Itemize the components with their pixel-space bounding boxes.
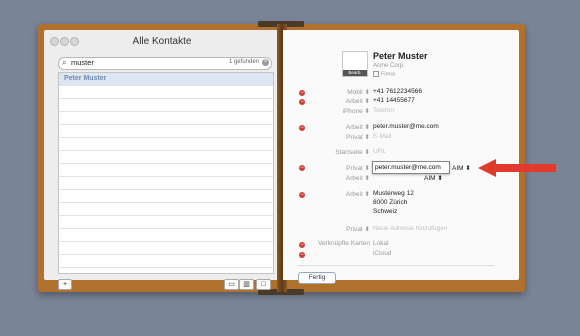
view-list-card-icon[interactable]: ▥ (239, 279, 254, 290)
contact-photo[interactable]: Bearb. (342, 51, 368, 77)
list-item (59, 99, 273, 112)
email-label[interactable]: Arbeit ⬍ (290, 123, 370, 131)
phone-label[interactable]: Mobil ⬍ (290, 88, 370, 96)
list-item (59, 138, 273, 151)
im-edit-input[interactable]: peter.muster@me.com (372, 161, 450, 174)
clear-search-icon[interactable]: × (262, 59, 269, 66)
contact-company[interactable]: Acme Corp. (373, 63, 405, 69)
divider (298, 265, 494, 266)
address-book-window: Alle Kontakte ⌕ muster 1 gefunden × Pete… (38, 21, 525, 295)
address-street[interactable]: Musterweg 12 (373, 190, 414, 197)
linked-card-value[interactable]: iCloud (373, 250, 391, 257)
list-item (59, 190, 273, 203)
list-item (59, 255, 273, 268)
im-service-select[interactable]: AIM ⬍ (452, 164, 471, 172)
homepage-placeholder[interactable]: URL (373, 148, 386, 155)
list-item (59, 151, 273, 164)
address-label[interactable]: Privat ⬍ (290, 225, 370, 233)
contact-name[interactable]: Peter Muster (373, 51, 428, 61)
list-item (59, 125, 273, 138)
list-item (59, 203, 273, 216)
annotation-arrow-icon (478, 159, 556, 177)
address-placeholder[interactable]: Neue Adresse hinzufügen (373, 225, 447, 232)
list-item[interactable]: Peter Muster (59, 73, 273, 86)
contacts-list-page: Alle Kontakte ⌕ muster 1 gefunden × Pete… (44, 30, 280, 290)
list-item (59, 177, 273, 190)
view-card-only-icon[interactable]: ▭ (224, 279, 239, 290)
phone-placeholder[interactable]: Telefon (373, 107, 394, 114)
search-input[interactable]: muster (71, 58, 94, 67)
checkbox-icon[interactable] (373, 71, 379, 77)
delete-field-icon[interactable]: − (299, 252, 305, 258)
phone-label[interactable]: Arbeit ⬍ (290, 97, 370, 105)
im-label[interactable]: Arbeit ⬍ (290, 174, 370, 182)
company-checkbox-label: Firma (381, 71, 396, 78)
search-result-count: 1 gefunden (228, 59, 259, 65)
phone-label[interactable]: iPhone ⬍ (290, 107, 371, 115)
add-contact-button[interactable]: + (58, 279, 72, 290)
list-item (59, 112, 273, 125)
phone-value[interactable]: +41 7612234566 (373, 88, 422, 95)
done-button[interactable]: Fertig (298, 272, 336, 284)
email-value[interactable]: peter.muster@me.com (373, 123, 439, 130)
address-label[interactable]: Arbeit ⬍ (290, 190, 370, 198)
im-service-select[interactable]: AIM ⬍ (424, 174, 443, 182)
email-label[interactable]: Privat ⬍ (290, 133, 370, 141)
search-field[interactable]: ⌕ muster 1 gefunden × (58, 57, 272, 70)
photo-edit-label[interactable]: Bearb. (343, 70, 367, 76)
homepage-label[interactable]: Startseite ⬍ (290, 148, 370, 156)
company-checkbox[interactable]: Firma (373, 71, 395, 77)
list-item (59, 164, 273, 177)
window-title: Alle Kontakte (132, 36, 192, 47)
phone-value[interactable]: +41 14455677 (373, 97, 415, 104)
list-item (59, 86, 273, 99)
linked-card-value[interactable]: Lokal (373, 240, 389, 247)
search-icon: ⌕ (62, 58, 67, 67)
contacts-list: Peter Muster (58, 72, 274, 274)
view-groups-icon[interactable]: □ (256, 279, 271, 290)
email-placeholder[interactable]: E-Mail (373, 133, 391, 140)
list-item (59, 216, 273, 229)
list-item (59, 242, 273, 255)
list-item (59, 229, 273, 242)
address-city[interactable]: 8000 Zürich (373, 199, 407, 206)
address-country[interactable]: Schweiz (373, 208, 397, 215)
linked-cards-label: Verknüpfte Karten (317, 240, 370, 247)
im-label[interactable]: Privat ⬍ (290, 164, 370, 172)
